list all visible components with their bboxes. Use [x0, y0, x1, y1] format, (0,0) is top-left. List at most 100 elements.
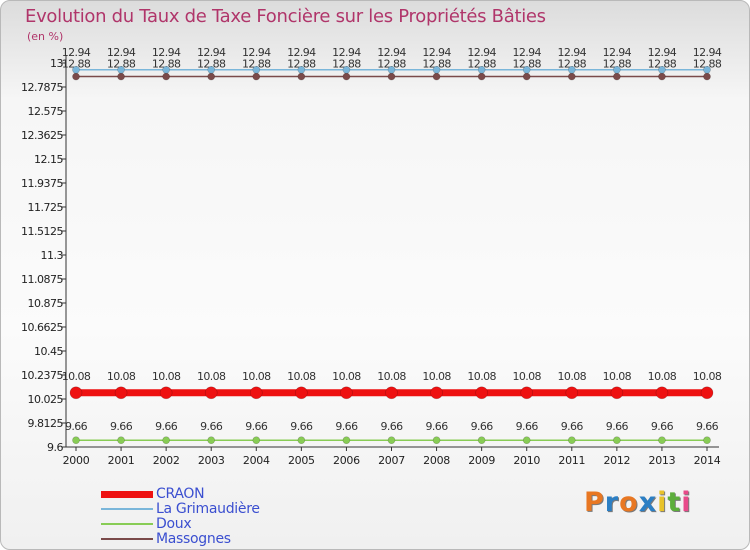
- data-point: [520, 386, 534, 400]
- data-label: 10.08: [287, 370, 316, 383]
- legend-label-massognes: Massognes: [156, 531, 231, 547]
- data-point: [613, 436, 621, 445]
- data-point: [658, 65, 666, 74]
- x-tick-label: 2005: [288, 454, 315, 467]
- data-label: 12.94: [467, 46, 496, 59]
- legend-swatch-craon: [101, 491, 153, 498]
- data-label: 12.94: [152, 46, 181, 59]
- data-point: [522, 436, 531, 445]
- data-point: [252, 72, 261, 81]
- data-label: 9.66: [426, 420, 449, 433]
- legend-label-craon: CRAON: [156, 486, 205, 502]
- data-point: [207, 72, 216, 81]
- legend-swatch-doux: [101, 523, 153, 525]
- data-point: [204, 386, 218, 400]
- data-point: [432, 72, 441, 81]
- data-point: [477, 65, 486, 74]
- data-point: [342, 436, 351, 445]
- data-point: [613, 72, 621, 81]
- data-point: [703, 436, 711, 445]
- data-label: 9.66: [200, 420, 223, 433]
- y-tick-label: 10.025: [28, 393, 64, 406]
- y-tick-label: 11.3: [41, 249, 64, 262]
- x-tick-label: 2013: [649, 454, 676, 467]
- data-point: [297, 72, 306, 81]
- data-point: [385, 386, 398, 400]
- x-tick-label: 2009: [468, 454, 495, 467]
- data-label: 9.66: [561, 420, 584, 433]
- data-point: [387, 436, 396, 445]
- y-tick-label: 10.875: [28, 297, 64, 310]
- data-label: 12.94: [197, 46, 226, 59]
- data-point: [567, 72, 576, 81]
- legend-swatch-massognes: [101, 538, 153, 540]
- y-tick-label: 12.15: [34, 153, 63, 166]
- y-tick-label: 12.3625: [21, 129, 63, 142]
- data-label: 10.08: [512, 370, 541, 383]
- x-tick-label: 2012: [603, 454, 630, 467]
- y-tick-label: 11.725: [28, 201, 64, 214]
- data-point: [117, 65, 125, 74]
- data-point: [387, 65, 396, 74]
- data-label: 12.94: [603, 46, 632, 59]
- y-tick-label: 9.6: [47, 441, 63, 454]
- data-label: 10.08: [152, 370, 181, 383]
- data-label: 9.66: [155, 420, 178, 433]
- y-tick-label: 10.45: [34, 345, 63, 358]
- proxiti-logo: Proxiti: [584, 487, 692, 518]
- data-point: [72, 72, 80, 81]
- y-tick-label: 12.7875: [21, 81, 63, 94]
- data-point: [162, 65, 170, 74]
- logo-letter: t: [667, 487, 682, 518]
- data-label: 12.94: [107, 46, 136, 59]
- data-point: [475, 386, 488, 400]
- data-label: 9.66: [516, 420, 539, 433]
- data-point: [567, 65, 576, 74]
- data-point: [567, 436, 576, 445]
- data-point: [432, 65, 441, 74]
- data-label: 10.08: [332, 370, 361, 383]
- data-point: [703, 65, 711, 74]
- data-point: [703, 72, 711, 81]
- logo-letter: r: [604, 487, 620, 518]
- y-tick-label: 10.2375: [21, 369, 63, 382]
- logo-letter: i: [657, 487, 668, 518]
- data-point: [114, 386, 128, 400]
- x-tick-label: 2002: [153, 454, 180, 467]
- data-point: [655, 386, 669, 400]
- y-tick-label: 11.0875: [21, 273, 63, 286]
- data-point: [565, 386, 579, 400]
- legend-swatch-la-grimaudiere: [101, 508, 153, 510]
- data-label: 10.08: [422, 370, 451, 383]
- data-label: 9.66: [696, 420, 719, 433]
- x-tick-label: 2011: [558, 454, 585, 467]
- data-label: 9.66: [471, 420, 494, 433]
- data-point: [207, 65, 216, 74]
- data-label: 12.94: [693, 46, 722, 59]
- data-point: [159, 386, 173, 400]
- data-label: 12.94: [287, 46, 316, 59]
- y-tick-label: 12.575: [28, 105, 64, 118]
- data-label: 12.94: [332, 46, 361, 59]
- logo-letter: x: [638, 487, 658, 518]
- data-label: 10.08: [467, 370, 496, 383]
- data-point: [477, 72, 486, 81]
- data-label: 10.08: [693, 370, 722, 383]
- data-label: 10.08: [603, 370, 632, 383]
- data-point: [610, 386, 624, 400]
- data-point: [252, 436, 261, 445]
- data-label: 9.66: [65, 420, 88, 433]
- data-label: 9.66: [335, 420, 358, 433]
- data-label: 10.08: [648, 370, 677, 383]
- data-label: 10.08: [107, 370, 136, 383]
- data-point: [430, 386, 443, 400]
- x-tick-label: 2008: [423, 454, 450, 467]
- data-point: [387, 72, 396, 81]
- line-chart: 9.6 9.8125 10.025 10.2375 10.45 10.6625 10.875…: [21, 46, 722, 467]
- data-label: 9.66: [110, 420, 133, 433]
- x-tick-label: 2007: [378, 454, 405, 467]
- data-point: [117, 72, 125, 81]
- data-point: [297, 436, 306, 445]
- data-label: 12.94: [558, 46, 587, 59]
- logo-letter: i: [681, 487, 692, 518]
